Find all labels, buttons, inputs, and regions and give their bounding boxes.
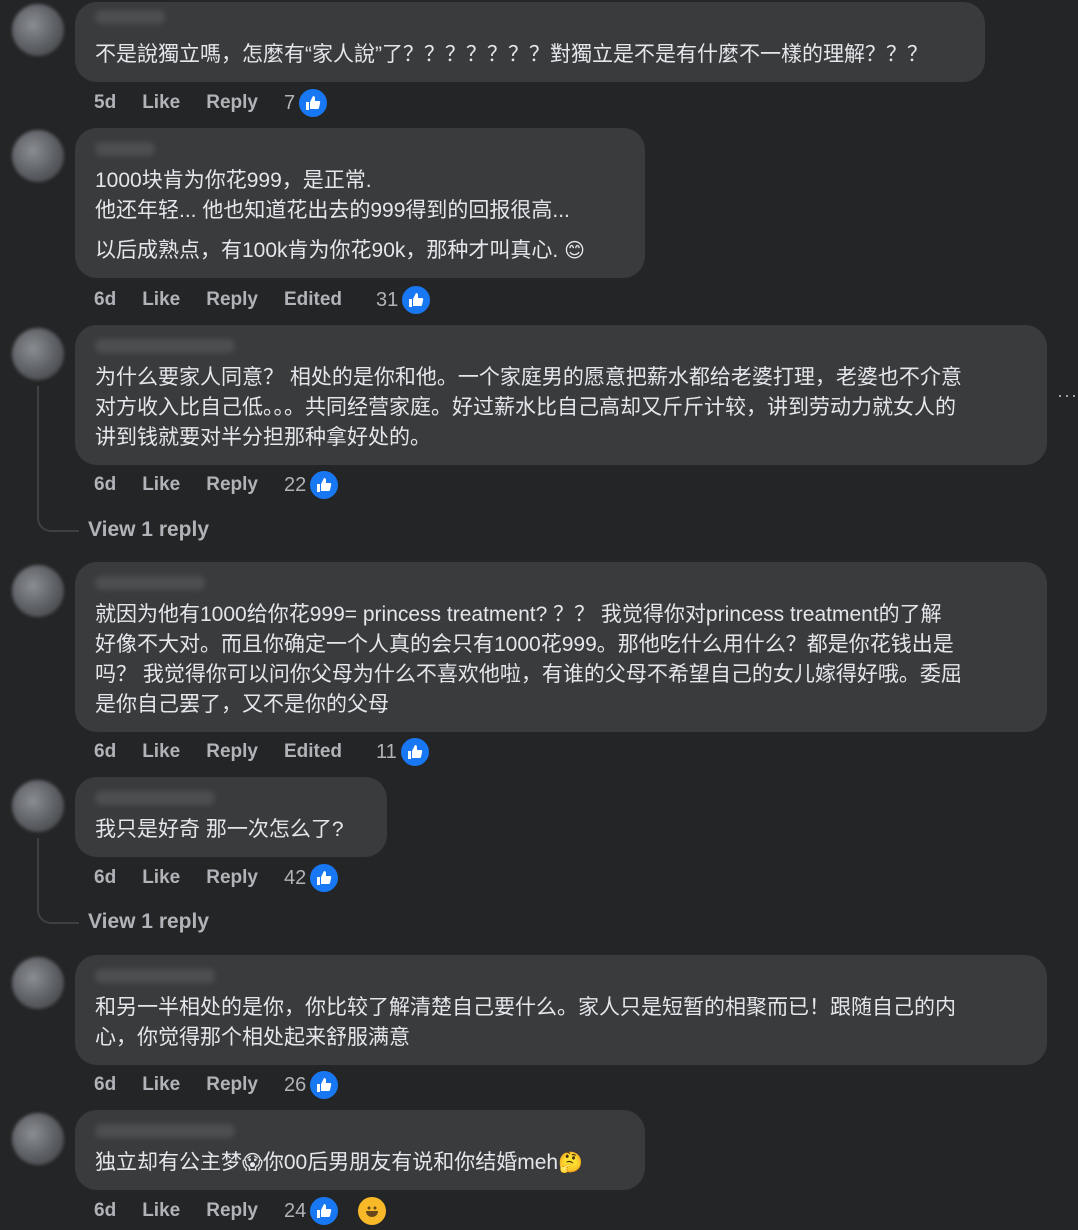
comment-time[interactable]: 6d xyxy=(94,1200,116,1222)
comment-time[interactable]: 6d xyxy=(94,1074,116,1096)
comment-bubble: 和另一半相处的是你，你比较了解清楚自己要什么。家人只是短暂的相聚而已！跟随自己的… xyxy=(75,955,1047,1065)
commenter-avatar[interactable] xyxy=(12,130,64,182)
like-button[interactable]: Like xyxy=(142,92,180,114)
comment-text: 好像不大对。而且你确定一个人真的会只有1000花999。那他吃什么用什么？都是你… xyxy=(95,633,954,656)
comment-bubble: 1000块肯为你花999，是正常. 他还年轻... 他也知道花出去的999得到的… xyxy=(75,128,645,278)
reply-button[interactable]: Reply xyxy=(206,289,258,311)
comment-text: 讲到钱就要对半分担那种拿好处的。 xyxy=(95,426,431,449)
comment-actions: 5d Like Reply 7 xyxy=(94,87,355,119)
comment-text: 对方收入比自己低。。。共同经营家庭。好过薪水比自己高却又斤斤计较，讲到劳动力就女… xyxy=(95,396,956,419)
comment-time[interactable]: 6d xyxy=(94,289,116,311)
reply-button[interactable]: Reply xyxy=(206,741,258,763)
commenter-name[interactable] xyxy=(95,576,205,590)
comment-actions: 6d Like Reply 26 xyxy=(94,1069,366,1101)
view-replies-link[interactable]: View 1 reply xyxy=(88,907,209,937)
comment-bubble: 为什么要家人同意？ 相处的是你和他。一个家庭男的愿意把薪水都给老婆打理，老婆也不… xyxy=(75,325,1047,465)
reaction-count[interactable]: 31 xyxy=(376,289,398,312)
view-replies-link[interactable]: View 1 reply xyxy=(88,515,209,545)
thinking-face-icon: 🤔 xyxy=(558,1152,583,1174)
screaming-face-icon: 😱 xyxy=(242,1152,263,1174)
commenter-name[interactable] xyxy=(95,142,155,156)
thumbs-up-icon[interactable] xyxy=(308,1069,341,1101)
reaction-count[interactable]: 22 xyxy=(284,474,306,497)
edited-label[interactable]: Edited xyxy=(284,741,342,763)
comment-text: 吗？ 我觉得你可以问你父母为什么不喜欢他啦，有谁的父母不希望自己的女儿嫁得好哦。… xyxy=(95,663,962,686)
reaction-count[interactable]: 24 xyxy=(284,1200,306,1223)
reaction-count[interactable]: 42 xyxy=(284,867,306,890)
thumbs-up-icon[interactable] xyxy=(308,1195,341,1227)
comment-bubble: 独立却有公主梦😱你00后男朋友有说和你结婚meh🤔 xyxy=(75,1110,645,1190)
commenter-name[interactable] xyxy=(95,969,215,983)
like-button[interactable]: Like xyxy=(142,1074,180,1096)
commenter-avatar[interactable] xyxy=(12,1113,64,1165)
comment-time[interactable]: 6d xyxy=(94,741,116,763)
comment-text: 心，你觉得那个相处起来舒服满意 xyxy=(95,1026,410,1049)
comment-bubble: 不是說獨立嗎，怎麼有“家人說”了？？？？？？？對獨立是不是有什麼不一樣的理解？？… xyxy=(75,2,985,82)
reply-button[interactable]: Reply xyxy=(206,1074,258,1096)
commenter-name[interactable] xyxy=(95,791,215,805)
commenter-name[interactable] xyxy=(95,1124,235,1138)
comment-text: 我只是好奇 那一次怎么了? xyxy=(95,818,344,841)
comment-text: 和另一半相处的是你，你比较了解清楚自己要什么。家人只是短暂的相聚而已！跟随自己的… xyxy=(95,996,956,1019)
thumbs-up-icon[interactable] xyxy=(297,87,330,119)
comment-time[interactable]: 6d xyxy=(94,867,116,889)
comment-actions: 6d Like Reply Edited 31 xyxy=(94,284,458,316)
comment-time[interactable]: 5d xyxy=(94,92,116,114)
thumbs-up-icon[interactable] xyxy=(398,736,431,768)
reply-thread-line xyxy=(37,838,79,924)
comment-bubble: 我只是好奇 那一次怎么了? xyxy=(75,777,387,857)
comment-actions: 6d Like Reply 42 xyxy=(94,862,366,894)
comment-actions: 6d Like Reply 22 xyxy=(94,469,366,501)
comment-text: 以后成熟点，有100k肯为你花90k，那种才叫真心. 😊 xyxy=(95,239,585,262)
commenter-avatar[interactable] xyxy=(12,780,64,832)
reply-button[interactable]: Reply xyxy=(206,1200,258,1222)
haha-reaction-icon[interactable] xyxy=(356,1195,389,1227)
thumbs-up-icon[interactable] xyxy=(400,284,433,316)
like-button[interactable]: Like xyxy=(142,474,180,496)
comment-text: 他还年轻... 他也知道花出去的999得到的回报很高... xyxy=(95,199,570,222)
reaction-count[interactable]: 7 xyxy=(284,92,295,115)
reply-button[interactable]: Reply xyxy=(206,474,258,496)
thumbs-up-icon[interactable] xyxy=(308,469,341,501)
commenter-name[interactable] xyxy=(95,10,165,24)
comment-text: 1000块肯为你花999，是正常. xyxy=(95,169,372,192)
reply-thread-line xyxy=(37,386,79,532)
comment-text: 就因为他有1000给你花999= princess treatment? ？？ … xyxy=(95,603,942,626)
comment-text: 是你自己罢了，又不是你的父母 xyxy=(95,693,389,716)
thumbs-up-icon[interactable] xyxy=(308,862,341,894)
like-button[interactable]: Like xyxy=(142,741,180,763)
smiling-face-icon: 😊 xyxy=(564,240,585,262)
comment-text: 为什么要家人同意？ 相处的是你和他。一个家庭男的愿意把薪水都给老婆打理，老婆也不… xyxy=(95,366,962,389)
reply-button[interactable]: Reply xyxy=(206,867,258,889)
comment-text: 独立却有公主梦😱你00后男朋友有说和你结婚meh🤔 xyxy=(95,1151,583,1174)
comment-actions: 6d Like Reply 24 xyxy=(94,1195,414,1227)
commenter-avatar[interactable] xyxy=(12,328,64,380)
commenter-avatar[interactable] xyxy=(12,957,64,1009)
like-button[interactable]: Like xyxy=(142,1200,180,1222)
comment-text: 不是說獨立嗎，怎麼有“家人說”了？？？？？？？對獨立是不是有什麼不一樣的理解？？… xyxy=(95,43,928,66)
like-button[interactable]: Like xyxy=(142,289,180,311)
commenter-avatar[interactable] xyxy=(12,565,64,617)
reaction-count[interactable]: 11 xyxy=(376,741,397,764)
edited-label[interactable]: Edited xyxy=(284,289,342,311)
comment-time[interactable]: 6d xyxy=(94,474,116,496)
commenter-name[interactable] xyxy=(95,339,235,353)
comment-bubble: 就因为他有1000给你花999= princess treatment? ？？ … xyxy=(75,562,1047,732)
comment-actions: 6d Like Reply Edited 11 xyxy=(94,736,457,768)
reaction-count[interactable]: 26 xyxy=(284,1074,306,1097)
like-button[interactable]: Like xyxy=(142,867,180,889)
commenter-avatar[interactable] xyxy=(12,4,64,56)
more-options-icon[interactable]: ··· xyxy=(1057,385,1078,406)
reply-button[interactable]: Reply xyxy=(206,92,258,114)
